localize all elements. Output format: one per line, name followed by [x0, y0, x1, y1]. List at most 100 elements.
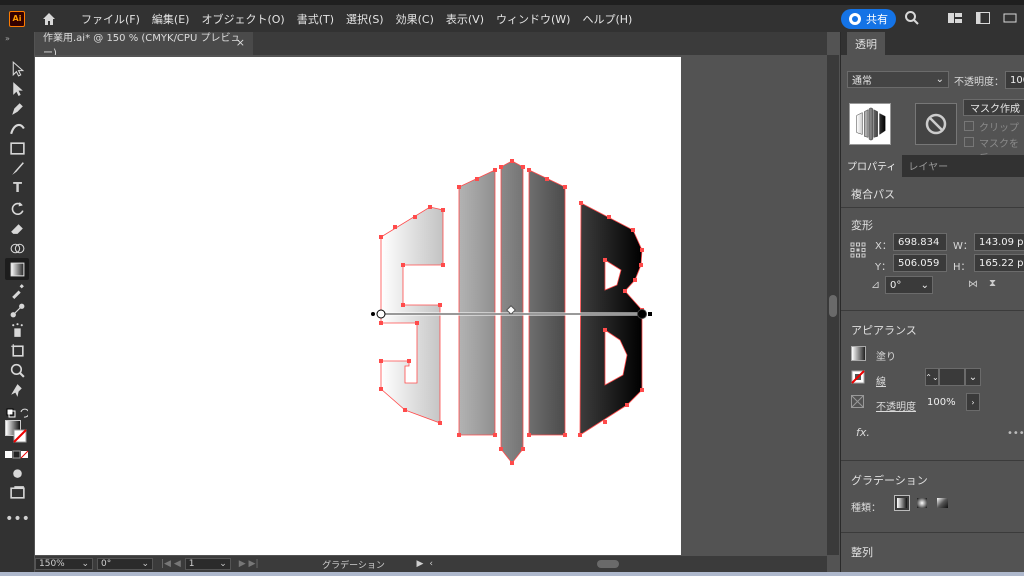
mask-thumbnail[interactable]: [915, 103, 957, 145]
rectangle-tool-icon[interactable]: [9, 140, 26, 157]
fx-button[interactable]: fx.: [856, 426, 870, 439]
tab-layers[interactable]: レイヤー: [902, 154, 954, 177]
fill-label: 塗り: [876, 352, 896, 363]
symbol-sprayer-tool-icon[interactable]: [9, 322, 26, 339]
gradient-tool-icon[interactable]: [9, 261, 26, 278]
transparency-tab[interactable]: 透明: [847, 32, 885, 56]
transparency-opacity-input[interactable]: 100: [1005, 71, 1024, 89]
appearance-opacity-label[interactable]: 不透明度: [876, 398, 916, 413]
make-mask-button[interactable]: マスク作成: [963, 99, 1024, 116]
thumbnail-artwork: [856, 107, 886, 141]
zoom-value: 150%: [39, 559, 65, 569]
invert-mask-checkbox[interactable]: [964, 137, 974, 147]
window-menu-icon[interactable]: [1002, 10, 1018, 26]
rotate-angle-icon: ⊿: [871, 278, 881, 291]
draw-mode-icon[interactable]: [9, 464, 26, 481]
menu-type[interactable]: 書式(T): [291, 11, 340, 27]
color-mode-icons[interactable]: [5, 450, 29, 460]
menu-help[interactable]: ヘルプ(H): [576, 11, 638, 27]
zoom-select[interactable]: 150% ⌄: [35, 558, 93, 570]
status-menu-arrow-icon[interactable]: ▶: [417, 559, 424, 569]
rotation-select[interactable]: 0° ⌄: [97, 558, 153, 570]
transform-title: 変形: [851, 219, 873, 232]
search-icon[interactable]: [904, 10, 920, 26]
stroke-weight-stepper[interactable]: ⌃⌄: [925, 368, 939, 386]
stroke-none-icon[interactable]: [851, 370, 865, 384]
clip-checkbox[interactable]: [964, 121, 974, 131]
artwork-smb-monogram[interactable]: [35, 55, 827, 555]
appearance-opacity-input[interactable]: 100%: [923, 393, 965, 411]
blend-mode-select[interactable]: 通常 ⌄: [847, 71, 949, 88]
artboard-tool-icon[interactable]: [9, 342, 26, 359]
flip-horizontal-icon[interactable]: ⋈: [968, 279, 978, 290]
stroke-weight-input[interactable]: [939, 368, 965, 386]
menu-edit[interactable]: 編集(E): [146, 11, 196, 27]
gradient-title: グラデーション: [851, 474, 928, 487]
menu-view[interactable]: 表示(V): [440, 11, 490, 27]
document-tab[interactable]: 作業用.ai* @ 150 % (CMYK/CPU プレビュー) ×: [35, 32, 253, 59]
object-thumbnail[interactable]: [849, 103, 891, 145]
artboard-prev-icons[interactable]: |◀ ◀: [161, 559, 181, 569]
artboard-next-icons[interactable]: ▶ ▶|: [239, 559, 259, 569]
menu-select[interactable]: 選択(S): [340, 11, 390, 27]
blend-tool-icon[interactable]: [9, 302, 26, 319]
linear-gradient-button[interactable]: [894, 495, 910, 511]
stroke-none-swatch[interactable]: [13, 429, 27, 443]
artboard-select[interactable]: 1 ⌄: [184, 558, 231, 570]
divider: [841, 532, 1024, 533]
pin-icon[interactable]: [9, 382, 26, 399]
shape-builder-tool-icon[interactable]: [9, 240, 26, 257]
menu-window[interactable]: ウィンドウ(W): [490, 11, 576, 27]
menu-list: ファイル(F) 編集(E) オブジェクト(O) 書式(T) 選択(S) 効果(C…: [75, 11, 638, 27]
menu-object[interactable]: オブジェクト(O): [195, 11, 290, 27]
type-tool-icon[interactable]: T: [9, 180, 26, 197]
reference-point-icon[interactable]: [850, 242, 866, 258]
transparency-panel-header: 透明: [841, 32, 1024, 56]
screen-mode-icon[interactable]: [9, 484, 26, 501]
menu-file[interactable]: ファイル(F): [75, 11, 146, 27]
horizontal-scrollbar[interactable]: [437, 559, 777, 569]
tab-properties[interactable]: プロパティ: [841, 154, 903, 177]
tools-panel: » T •••: [0, 32, 34, 576]
document-tab-title: 作業用.ai* @ 150 % (CMYK/CPU プレビュー): [43, 32, 241, 59]
scrollbar-thumb[interactable]: [829, 295, 837, 317]
direct-selection-tool-icon[interactable]: [9, 80, 26, 97]
zoom-tool-icon[interactable]: [9, 362, 26, 379]
divider: [841, 207, 1024, 208]
collapse-chevron-icon[interactable]: »: [5, 34, 10, 43]
eraser-tool-icon[interactable]: [9, 220, 26, 237]
menu-effect[interactable]: 効果(C): [390, 11, 440, 27]
share-button[interactable]: 共有: [841, 9, 896, 29]
h-input[interactable]: 165.22 p: [974, 254, 1024, 272]
opacity-arrow-button[interactable]: ›: [966, 393, 980, 411]
paintbrush-tool-icon[interactable]: [9, 160, 26, 177]
transparency-opacity-value: 100: [1010, 74, 1024, 86]
arrange-documents-icon[interactable]: [975, 10, 991, 26]
stroke-weight-dropdown[interactable]: ⌄: [965, 368, 981, 386]
y-input[interactable]: 506.059: [893, 254, 947, 272]
x-input[interactable]: 698.834: [893, 233, 947, 251]
hscroll-left-icon[interactable]: ‹: [429, 559, 433, 569]
flip-vertical-icon[interactable]: ⧗: [989, 278, 996, 289]
status-bar: 150% ⌄ 0° ⌄ |◀ ◀ 1 ⌄ ▶ ▶| グラデーション ▶ ‹: [35, 556, 827, 572]
workspace-icon[interactable]: [947, 10, 963, 26]
close-icon[interactable]: ×: [236, 36, 245, 49]
edit-toolbar-icon[interactable]: •••: [5, 510, 30, 527]
stroke-label[interactable]: 線: [876, 373, 886, 388]
selection-tool-icon[interactable]: [9, 60, 26, 77]
hscroll-thumb[interactable]: [597, 560, 620, 568]
rotate-tool-icon[interactable]: [9, 200, 26, 217]
angle-input[interactable]: 0° ⌄: [885, 276, 933, 294]
canvas-area[interactable]: [35, 55, 827, 555]
eyedropper-tool-icon[interactable]: [9, 282, 26, 299]
home-icon[interactable]: [41, 11, 57, 27]
freeform-gradient-button[interactable]: [934, 495, 950, 511]
pen-tool-icon[interactable]: [9, 100, 26, 117]
x-label: X：: [875, 241, 892, 252]
w-input[interactable]: 143.09 p: [974, 233, 1024, 251]
fill-gradient-swatch[interactable]: [851, 346, 866, 361]
radial-gradient-button[interactable]: [914, 495, 930, 511]
vertical-scrollbar[interactable]: [827, 55, 839, 555]
curvature-tool-icon[interactable]: [9, 120, 26, 137]
more-options-icon[interactable]: •••: [1007, 428, 1024, 439]
